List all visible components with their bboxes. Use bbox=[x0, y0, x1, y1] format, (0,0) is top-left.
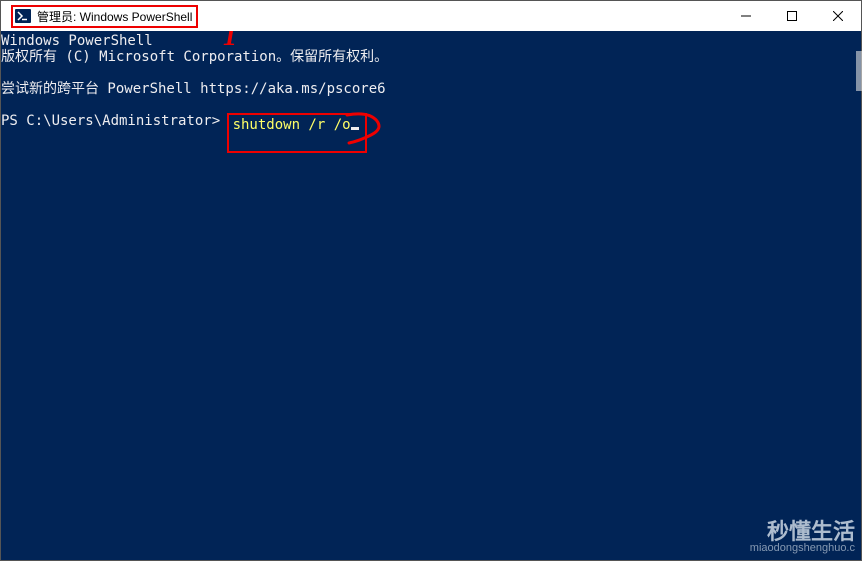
watermark: 秒懂生活 miaodongshenghuo.c bbox=[750, 524, 855, 556]
window-title: 管理员: Windows PowerShell bbox=[37, 8, 192, 25]
terminal-area[interactable]: Windows PowerShell 版权所有 (C) Microsoft Co… bbox=[1, 31, 861, 560]
watermark-url: miaodongshenghuo.c bbox=[750, 540, 855, 556]
terminal-line-pscore: 尝试新的跨平台 PowerShell https://aka.ms/pscore… bbox=[1, 81, 861, 97]
maximize-button[interactable] bbox=[769, 1, 815, 31]
terminal-line-header: Windows PowerShell bbox=[1, 33, 861, 49]
titlebar[interactable]: 管理员: Windows PowerShell bbox=[1, 1, 861, 31]
terminal-command: shutdown /r /o bbox=[233, 117, 351, 133]
terminal-prompt-line: PS C:\Users\Administrator> shutdown /r /… bbox=[1, 113, 861, 153]
title-annotation-box: 管理员: Windows PowerShell bbox=[11, 5, 198, 28]
terminal-blank-1 bbox=[1, 65, 861, 81]
terminal-cursor bbox=[351, 127, 359, 130]
scrollbar[interactable] bbox=[856, 51, 862, 91]
maximize-icon bbox=[787, 11, 797, 21]
terminal-blank-2 bbox=[1, 97, 861, 113]
powershell-window: 管理员: Windows PowerShell Windows PowerShe… bbox=[0, 0, 862, 561]
close-icon bbox=[833, 11, 843, 21]
window-controls bbox=[723, 1, 861, 31]
minimize-button[interactable] bbox=[723, 1, 769, 31]
titlebar-left: 管理员: Windows PowerShell bbox=[1, 5, 198, 28]
minimize-icon bbox=[741, 11, 751, 21]
close-button[interactable] bbox=[815, 1, 861, 31]
watermark-title: 秒懂生活 bbox=[750, 524, 855, 540]
terminal-prompt: PS C:\Users\Administrator> bbox=[1, 113, 229, 129]
powershell-icon bbox=[15, 8, 31, 24]
terminal-line-copyright: 版权所有 (C) Microsoft Corporation。保留所有权利。 bbox=[1, 49, 861, 65]
command-annotation-box: shutdown /r /o bbox=[227, 113, 367, 153]
